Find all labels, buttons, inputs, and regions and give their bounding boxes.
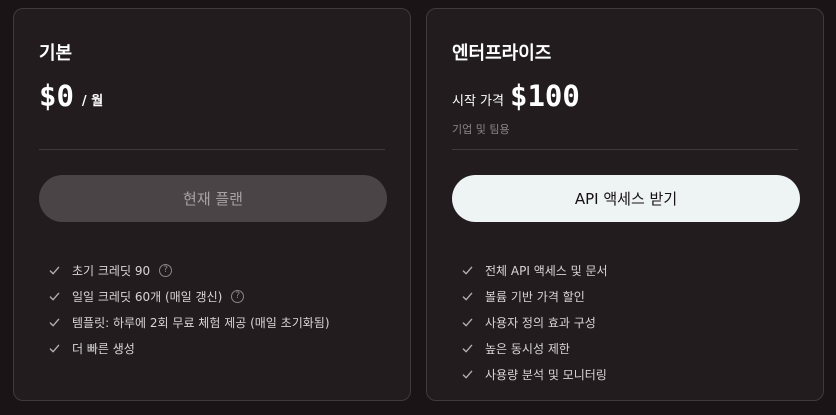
basic-feature-label: 초기 크레딧 90	[72, 263, 151, 278]
check-icon	[47, 289, 61, 303]
basic-feature-item: 일일 크레딧 60개 (매일 갱신)?	[47, 283, 330, 309]
basic-feature-item: 초기 크레딧 90?	[47, 257, 330, 283]
basic-plan-title: 기본	[39, 43, 73, 64]
basic-divider	[39, 149, 385, 150]
check-icon	[47, 341, 61, 355]
check-icon	[460, 289, 474, 303]
enterprise-feature-label: 사용량 분석 및 모니터링	[485, 367, 607, 382]
basic-feature-label: 템플릿: 하루에 2회 무료 체험 제공 (매일 초기화됨)	[72, 315, 330, 330]
check-icon	[47, 315, 61, 329]
enterprise-feature-list: 전체 API 액세스 및 문서볼륨 기반 가격 할인사용자 정의 효과 구성높은…	[460, 257, 608, 387]
enterprise-feature-label: 높은 동시성 제한	[485, 341, 570, 356]
check-icon	[460, 341, 474, 355]
enterprise-feature-item: 전체 API 액세스 및 문서	[460, 257, 608, 283]
enterprise-feature-item: 높은 동시성 제한	[460, 335, 608, 361]
enterprise-plan-title: 엔터프라이즈	[452, 43, 552, 64]
help-circle-icon[interactable]: ?	[231, 289, 245, 303]
basic-feature-list: 초기 크레딧 90? 일일 크레딧 60개 (매일 갱신)? 템플릿: 하루에 2회…	[47, 257, 330, 361]
get-api-access-button[interactable]: API 액세스 받기	[452, 175, 800, 222]
enterprise-feature-item: 사용량 분석 및 모니터링	[460, 361, 608, 387]
enterprise-price: $100	[509, 79, 580, 113]
check-icon	[460, 367, 474, 381]
enterprise-price-row: 시작 가격 $100	[452, 79, 580, 113]
basic-feature-label: 일일 크레딧 60개 (매일 갱신)	[72, 289, 223, 304]
enterprise-feature-label: 볼륨 기반 가격 할인	[485, 289, 585, 304]
enterprise-feature-item: 사용자 정의 효과 구성	[460, 309, 608, 335]
basic-price-unit: / 월	[81, 94, 104, 109]
basic-plan-card: 기본 $0 / 월 현재 플랜 초기 크레딧 90? 일일 크레딧 60개 (매일…	[13, 8, 411, 401]
enterprise-feature-label: 사용자 정의 효과 구성	[485, 315, 596, 330]
enterprise-plan-card: 엔터프라이즈 시작 가격 $100 기업 및 팀용 API 액세스 받기 전체 …	[426, 8, 824, 401]
enterprise-subtitle: 기업 및 팀용	[452, 123, 510, 136]
enterprise-price-prefix: 시작 가격	[452, 94, 504, 109]
basic-price: $0	[39, 79, 74, 113]
enterprise-divider	[452, 149, 798, 150]
check-icon	[47, 263, 61, 277]
check-icon	[460, 263, 474, 277]
enterprise-feature-item: 볼륨 기반 가격 할인	[460, 283, 608, 309]
current-plan-button[interactable]: 현재 플랜	[39, 175, 387, 222]
enterprise-feature-label: 전체 API 액세스 및 문서	[485, 263, 608, 278]
basic-feature-item: 템플릿: 하루에 2회 무료 체험 제공 (매일 초기화됨)	[47, 309, 330, 335]
basic-feature-label: 더 빠른 생성	[72, 341, 135, 356]
check-icon	[460, 315, 474, 329]
help-circle-icon[interactable]: ?	[159, 263, 173, 277]
basic-feature-item: 더 빠른 생성	[47, 335, 330, 361]
basic-price-row: $0 / 월	[39, 79, 103, 113]
